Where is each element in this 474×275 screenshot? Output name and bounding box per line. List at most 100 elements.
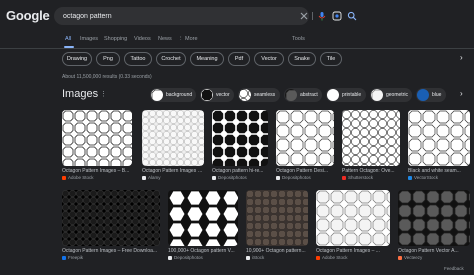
chevron-right-icon[interactable]: › — [460, 89, 463, 98]
chip-thumbnail — [371, 89, 383, 101]
refine-chip-label: background — [166, 92, 193, 98]
image-result[interactable]: Octagon Pattern Images – Free Downloa...… — [62, 190, 160, 266]
result-thumbnail[interactable] — [316, 190, 390, 246]
chip-tile[interactable]: Tile — [320, 52, 342, 66]
result-thumbnail[interactable] — [212, 110, 268, 166]
result-title[interactable]: Pattern Octagon: Ove... — [342, 168, 400, 174]
tab-more[interactable]: ⋮ More — [178, 36, 198, 42]
chevron-right-icon[interactable]: › — [460, 53, 463, 62]
lens-icon[interactable] — [332, 11, 342, 21]
refine-chip-printable[interactable]: printable — [326, 88, 366, 102]
search-icon[interactable] — [347, 11, 357, 21]
images-heading: Images — [62, 88, 99, 100]
result-source: Adobe Stock — [316, 255, 390, 260]
google-logo[interactable]: Google — [6, 8, 50, 23]
result-source-label: Adobe Stock — [68, 175, 94, 180]
result-thumbnail[interactable] — [168, 190, 238, 246]
freepik-icon — [62, 255, 66, 260]
chip-thumbnail — [327, 89, 339, 101]
result-title[interactable]: Octagon Pattern Vector A... — [398, 248, 470, 254]
adobe-stock-icon — [62, 175, 66, 180]
refine-chip-vector[interactable]: vector — [200, 88, 234, 102]
chip-thumbnail — [285, 89, 297, 101]
result-title[interactable]: 100,000+ Octagon pattern V... — [168, 248, 238, 254]
image-result[interactable]: Octagon Pattern Images – ... Adobe Stock — [316, 190, 390, 266]
result-source: Vecteezy — [398, 255, 470, 260]
result-thumbnail[interactable] — [342, 110, 400, 166]
refine-chip-label: blue — [432, 92, 442, 98]
tabs-divider — [0, 48, 474, 49]
result-thumbnail[interactable] — [246, 190, 308, 246]
refine-chip-seamless[interactable]: seamless — [238, 88, 280, 102]
result-title[interactable]: Black and white seam... — [408, 168, 470, 174]
result-source: VectorStock — [408, 175, 470, 180]
result-thumbnail[interactable] — [398, 190, 470, 246]
refine-chip-background[interactable]: background — [150, 88, 196, 102]
result-title[interactable]: Octagon Pattern Images – B... — [142, 168, 204, 174]
result-thumbnail[interactable] — [62, 190, 160, 246]
vecteezy-icon — [398, 255, 402, 260]
search-box[interactable] — [54, 7, 357, 25]
chip-drawing[interactable]: Drawing — [62, 52, 92, 66]
depositphotos-icon — [276, 175, 280, 180]
feedback-link[interactable]: Feedback — [444, 266, 464, 271]
image-result[interactable]: 10,900+ Octagon pattern... iStock — [246, 190, 308, 266]
result-thumbnail[interactable] — [142, 110, 204, 166]
result-source-label: Depositphotos — [218, 175, 247, 180]
chip-vector[interactable]: Vector — [254, 52, 284, 66]
result-title[interactable]: Octagon Pattern Desi... — [276, 168, 334, 174]
more-options-icon[interactable]: ⋮ — [100, 90, 107, 98]
tab-all[interactable]: All — [65, 36, 71, 42]
shutterstock-icon — [342, 175, 346, 180]
result-title[interactable]: Octagon Pattern Images – ... — [316, 248, 390, 254]
image-result[interactable]: 100,000+ Octagon pattern V... Depositpho… — [168, 190, 238, 266]
search-divider — [312, 12, 313, 20]
top-bar: Google — [0, 0, 474, 32]
depositphotos-icon — [168, 255, 172, 260]
result-title[interactable]: Octagon Pattern Images – Free Downloa... — [62, 248, 160, 254]
chip-snake[interactable]: Snake — [288, 52, 316, 66]
chip-thumbnail — [239, 89, 251, 101]
result-source-label: Depositphotos — [174, 255, 203, 260]
result-source-label: VectorStock — [414, 175, 439, 180]
refine-chip-blue[interactable]: blue — [416, 88, 446, 102]
tools-button[interactable]: Tools — [292, 36, 305, 42]
image-result[interactable]: Black and white seam... VectorStock — [408, 110, 470, 186]
vectorstock-icon — [408, 175, 412, 180]
result-thumbnail[interactable] — [276, 110, 334, 166]
microphone-icon[interactable] — [317, 11, 327, 21]
clear-icon[interactable] — [299, 11, 309, 21]
refine-chip-label: abstract — [300, 92, 318, 98]
search-input[interactable] — [63, 9, 233, 23]
image-result[interactable]: Octagon Pattern Vector A... Vecteezy — [398, 190, 470, 266]
image-result[interactable]: Octagon Pattern Desi... Depositphotos — [276, 110, 334, 186]
result-title[interactable]: Octagon Pattern Images – B... — [62, 168, 132, 174]
chip-png[interactable]: Png — [96, 52, 120, 66]
refine-chip-abstract[interactable]: abstract — [284, 88, 322, 102]
chip-tattoo[interactable]: Tattoo — [124, 52, 152, 66]
result-source: Depositphotos — [276, 175, 334, 180]
tab-news[interactable]: News — [158, 36, 172, 42]
chip-meaning[interactable]: Meaning — [190, 52, 224, 66]
result-thumbnail[interactable] — [62, 110, 132, 166]
tab-images[interactable]: Images — [80, 36, 98, 42]
result-thumbnail[interactable] — [408, 110, 470, 166]
result-source-label: iStock — [252, 255, 265, 260]
chip-thumbnail — [417, 89, 429, 101]
image-result[interactable]: Octagon Pattern Images – B... Alamy — [142, 110, 204, 186]
chip-pdf[interactable]: Pdf — [228, 52, 250, 66]
tab-shopping[interactable]: Shopping — [104, 36, 127, 42]
refine-chip-geometric[interactable]: geometric — [370, 88, 412, 102]
image-result[interactable]: Octagon Pattern Images – B... Adobe Stoc… — [62, 110, 132, 186]
image-result[interactable]: Pattern Octagon: Ove... Shutterstock — [342, 110, 400, 186]
depositphotos-icon — [212, 175, 216, 180]
tab-videos[interactable]: Videos — [134, 36, 151, 42]
chip-crochet[interactable]: Crochet — [156, 52, 186, 66]
result-title[interactable]: Octagon pattern hi-re... — [212, 168, 268, 174]
result-source: iStock — [246, 255, 308, 260]
result-title[interactable]: 10,900+ Octagon pattern... — [246, 248, 308, 254]
results-count: About 11,500,000 results (0.33 seconds) — [62, 74, 152, 80]
chip-thumbnail — [151, 89, 163, 101]
result-source-label: Depositphotos — [282, 175, 311, 180]
image-result[interactable]: Octagon pattern hi-re... Depositphotos — [212, 110, 268, 186]
